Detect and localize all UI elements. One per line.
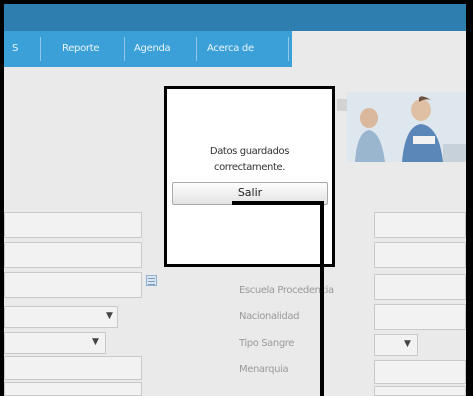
annotation-line-vertical xyxy=(320,201,324,396)
blood-type-select[interactable] xyxy=(374,334,418,356)
success-dialog: Datos guardados correctamente. Salir xyxy=(164,86,335,267)
left-field-1[interactable] xyxy=(4,212,142,238)
right-field-1[interactable] xyxy=(374,212,466,238)
nationality-label: Nacionalidad xyxy=(239,311,300,322)
nav-divider xyxy=(288,37,289,61)
chevron-down-icon: ▼ xyxy=(92,337,99,347)
menarche-field[interactable] xyxy=(374,360,466,384)
nav-item-agenda[interactable]: Agenda xyxy=(134,31,171,67)
nav-divider xyxy=(40,37,41,61)
nav-bar: S Reporte Agenda Acerca de xyxy=(4,31,292,67)
left-select-1[interactable] xyxy=(4,306,118,328)
left-field-4[interactable] xyxy=(4,382,142,396)
carousel-arrow-icon[interactable] xyxy=(337,99,347,111)
top-bar xyxy=(4,4,466,31)
chevron-down-icon: ▼ xyxy=(106,311,113,321)
app-window: S Reporte Agenda Acerca de ▼ ▼ Escuela P… xyxy=(4,4,466,396)
nav-item-acerca-de[interactable]: Acerca de xyxy=(207,31,254,67)
left-select-2[interactable] xyxy=(4,332,106,354)
dialog-message-line2: correctamente. xyxy=(213,162,286,173)
right-field-3[interactable] xyxy=(374,386,466,396)
blood-type-label: Tipo Sangre xyxy=(239,338,295,349)
menarche-label: Menarquia xyxy=(239,364,289,375)
left-field-2[interactable] xyxy=(4,242,142,268)
dialog-message-line1: Datos guardados xyxy=(209,146,290,157)
nav-divider xyxy=(124,37,125,61)
nav-divider xyxy=(196,37,197,61)
birthdate-field[interactable] xyxy=(4,272,142,298)
calendar-icon[interactable] xyxy=(146,275,157,286)
left-field-3[interactable] xyxy=(4,356,142,380)
header-photo xyxy=(347,92,466,162)
school-field[interactable] xyxy=(374,274,466,300)
nav-item-partial[interactable]: S xyxy=(12,31,18,67)
chevron-down-icon: ▼ xyxy=(404,339,411,349)
right-field-2[interactable] xyxy=(374,242,466,268)
annotation-line-horizontal xyxy=(232,201,324,205)
nav-item-reporte[interactable]: Reporte xyxy=(62,31,100,67)
nationality-field[interactable] xyxy=(374,304,466,330)
